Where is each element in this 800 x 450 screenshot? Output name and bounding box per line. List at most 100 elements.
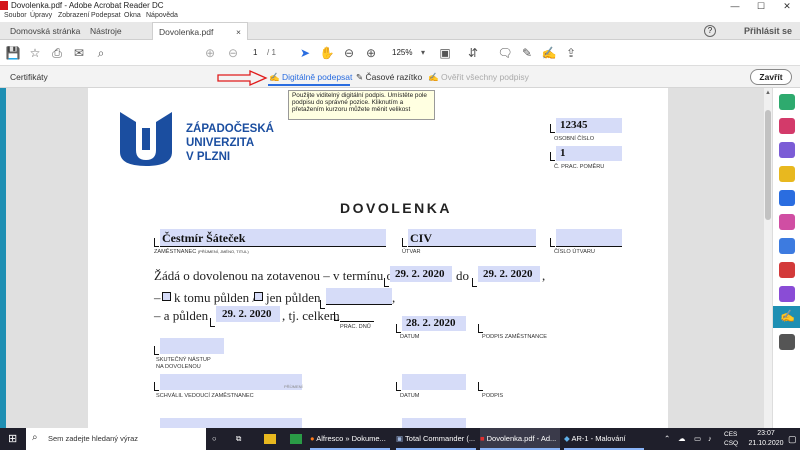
edit-pdf-icon[interactable] <box>779 142 795 158</box>
menu-item-podepsat[interactable]: Podepsat <box>91 12 121 19</box>
page-up-icon[interactable]: ⊕ <box>201 44 219 62</box>
system-tray-chevron-icon[interactable]: ⌃ <box>664 428 670 450</box>
create-pdf-icon[interactable] <box>779 118 795 134</box>
menu-item-soubor[interactable]: Soubor <box>4 12 27 19</box>
tab-close-icon[interactable]: × <box>236 23 241 41</box>
email-icon[interactable]: ✉ <box>70 44 88 62</box>
taskbar-app-alfresco[interactable]: ● Alfresco » Dokume... <box>310 428 390 450</box>
menu-item-zobrazeni[interactable]: Zobrazení <box>58 12 90 19</box>
volume-icon[interactable]: ♪ <box>708 428 712 450</box>
skutecny-nastup-field[interactable] <box>160 338 224 354</box>
k-tomu-pulden-label: k tomu půlden / <box>174 290 256 305</box>
menu-item-okna[interactable]: Okna <box>124 12 141 19</box>
fit-page-icon[interactable]: ▣ <box>436 44 454 62</box>
pulden-field[interactable] <box>326 288 392 304</box>
utvar-label: ÚTVAR <box>402 249 421 255</box>
underline <box>326 304 392 305</box>
clock-date[interactable]: 21.10.2020 <box>746 440 786 447</box>
jen-pulden-checkbox[interactable] <box>254 292 263 301</box>
zoom-out-icon[interactable]: ⊖ <box>340 44 358 62</box>
schvalil-field[interactable] <box>160 374 302 390</box>
bracket <box>550 124 555 133</box>
organize-pages-icon[interactable] <box>779 214 795 230</box>
taskbar-app-totalcmd-label: Total Commander (... <box>405 434 476 443</box>
help-icon[interactable]: ? <box>704 25 716 37</box>
zoom-level[interactable]: 125% <box>392 48 412 57</box>
bracket <box>478 324 483 333</box>
taskbar-app-paint[interactable]: ◆ AR-1 - Malování <box>564 428 644 450</box>
send-for-signature-icon[interactable] <box>779 286 795 302</box>
sign-digitally-button[interactable]: ✍ Digitálně podepsat <box>269 70 352 84</box>
file-explorer-icon[interactable] <box>264 434 276 444</box>
prac-pomer-field[interactable] <box>556 146 622 161</box>
export-pdf-icon[interactable] <box>779 94 795 110</box>
taskbar-app-acrobat[interactable]: ■ Dovolenka.pdf - Ad... <box>480 428 560 450</box>
signin-link[interactable]: Přihlásit se <box>744 26 792 36</box>
input-language[interactable]: CES <box>724 431 737 438</box>
close-certificates-button[interactable]: Zavřít <box>750 69 792 85</box>
minimize-button[interactable]: — <box>722 0 748 12</box>
menu-item-upravy[interactable]: Úpravy <box>30 12 52 19</box>
zoom-dropdown-icon[interactable]: ▾ <box>414 44 432 62</box>
excel-icon[interactable] <box>290 434 302 444</box>
scroll-mode-icon[interactable]: ⇵ <box>464 44 482 62</box>
search-icon[interactable]: ⌕ <box>92 44 110 62</box>
podpis-label: PODPIS <box>482 393 504 399</box>
vertical-scrollbar[interactable]: ▲ <box>764 88 772 428</box>
tab-home[interactable]: Domovská stránka <box>4 22 86 40</box>
page-total: / 1 <box>267 48 276 57</box>
tab-tools[interactable]: Nástroje <box>84 22 128 40</box>
paint-icon: ◆ <box>564 434 570 443</box>
task-view-icon[interactable]: ⧉ <box>236 428 241 450</box>
windows-taskbar: ⊞ ⌕ Sem zadejte hledaný výraz ○ ⧉ ● Alfr… <box>0 428 800 450</box>
scrollbar-thumb[interactable] <box>765 110 771 220</box>
combine-files-icon[interactable] <box>779 190 795 206</box>
bookmark-star-icon[interactable]: ☆ <box>26 44 44 62</box>
hand-tool-icon[interactable]: ✋ <box>318 44 336 62</box>
certificates-label: Certifikáty <box>10 72 48 82</box>
taskbar-search-box[interactable]: ⌕ Sem zadejte hledaný výraz <box>26 428 206 450</box>
taskbar-app-totalcmd[interactable]: ▣ Total Commander (... <box>396 428 476 450</box>
tab-document[interactable]: Dovolenka.pdf × <box>152 22 248 41</box>
fill-sign-icon[interactable] <box>779 262 795 278</box>
network-icon[interactable]: ▭ <box>694 428 701 450</box>
datum2-field[interactable] <box>402 374 466 390</box>
more-tools-icon[interactable] <box>779 334 795 350</box>
notifications-icon[interactable]: ▢ <box>788 428 797 450</box>
print-icon[interactable]: ⎙ <box>48 44 66 62</box>
datum-label: DATUM <box>400 334 420 340</box>
save-icon[interactable]: 💾 <box>4 44 22 62</box>
cortana-icon[interactable]: ○ <box>212 428 217 450</box>
next-date-field[interactable] <box>402 418 466 428</box>
next-field[interactable] <box>160 418 302 428</box>
windows-start-icon[interactable]: ⊞ <box>8 428 17 450</box>
date-to-value: 29. 2. 2020 <box>483 268 533 280</box>
onedrive-icon[interactable]: ☁ <box>678 428 686 450</box>
certificates-tool-active[interactable]: ✍ <box>773 306 800 328</box>
cislo-utvaru-field[interactable] <box>556 229 622 246</box>
comment-icon[interactable]: 🗨 <box>496 44 514 62</box>
protect-icon[interactable] <box>779 238 795 254</box>
keyboard-layout[interactable]: CSQ <box>724 440 738 447</box>
k-tomu-pulden-checkbox[interactable] <box>162 292 171 301</box>
timestamp-button[interactable]: ✎ Časové razítko <box>356 70 422 84</box>
close-window-button[interactable]: ✕ <box>774 0 800 12</box>
select-cursor-icon[interactable]: ➤ <box>296 44 314 62</box>
comment-tool-icon[interactable] <box>779 166 795 182</box>
zamestnanec-label: ZAMĚSTNANEC (PŘÍJMENÍ, JMÉNO, TITUL) <box>154 249 249 255</box>
tab-document-label: Dovolenka.pdf <box>159 27 214 37</box>
highlight-pen-icon[interactable]: ✎ <box>518 44 536 62</box>
maximize-button[interactable]: ☐ <box>748 0 774 12</box>
page-down-icon[interactable]: ⊖ <box>224 44 242 62</box>
page-current[interactable]: 1 <box>253 48 257 57</box>
verify-signatures-button[interactable]: ✍ Ověřit všechny podpisy <box>428 70 529 84</box>
acrobat-taskbar-icon: ■ <box>480 434 485 443</box>
draw-icon[interactable]: ✍ <box>540 44 558 62</box>
date-pulden-value: 29. 2. 2020 <box>222 308 272 320</box>
bracket <box>550 152 555 161</box>
zoom-in-icon[interactable]: ⊕ <box>362 44 380 62</box>
scroll-up-icon[interactable]: ▲ <box>765 90 771 96</box>
clock-time[interactable]: 23:07 <box>746 430 786 437</box>
menu-item-napoveda[interactable]: Nápověda <box>146 12 178 19</box>
share-icon[interactable]: ⇪ <box>562 44 580 62</box>
